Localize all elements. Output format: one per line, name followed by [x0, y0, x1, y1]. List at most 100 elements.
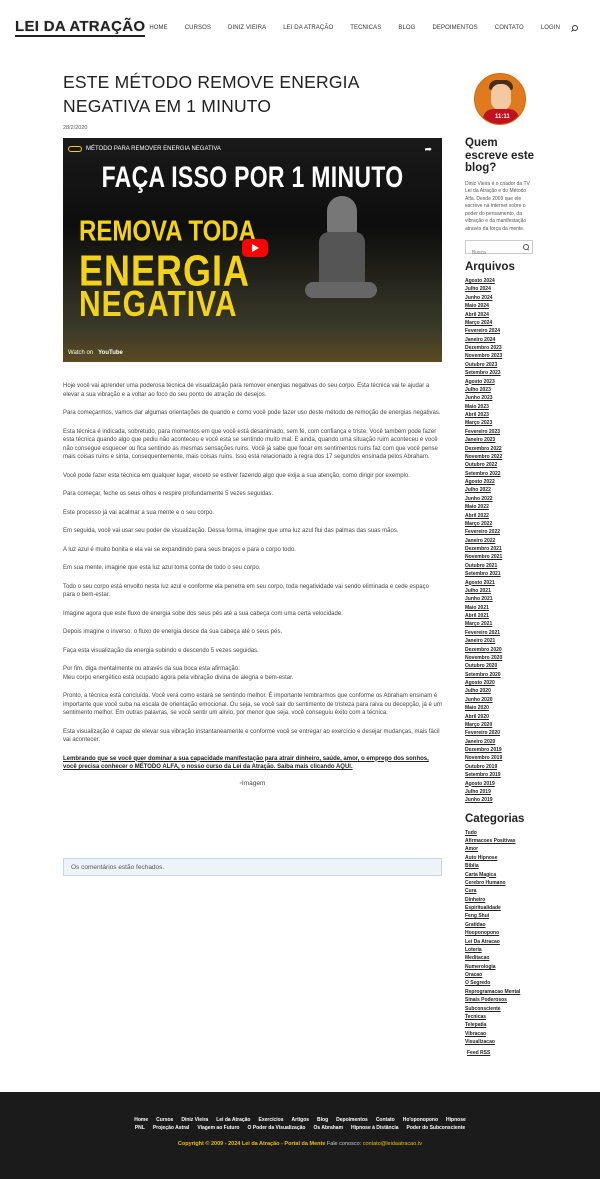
category-link[interactable]: O Segredo	[465, 979, 537, 987]
search-icon[interactable]	[570, 25, 578, 33]
nav-lei-da-atracao[interactable]: LEI DA ATRAÇÃO	[283, 25, 333, 31]
archive-link[interactable]: Novembro 2023	[465, 352, 537, 360]
archive-link[interactable]: Maio 2020	[465, 704, 537, 712]
footer-link[interactable]: Lei da Atração	[216, 1117, 250, 1123]
footer-link[interactable]: Os Abraham	[313, 1125, 343, 1131]
archive-link[interactable]: Agosto 2021	[465, 579, 537, 587]
category-link[interactable]: Afirmacoes Positivas	[465, 837, 537, 845]
nav-contato[interactable]: CONTATO	[495, 25, 524, 31]
category-link[interactable]: Auto Hipnose	[465, 854, 537, 862]
video-player[interactable]: MÉTODO PARA REMOVER ENERGIA NEGATIVA ➦ F…	[63, 138, 442, 362]
play-button[interactable]	[242, 239, 268, 257]
site-logo[interactable]: LEI DA ATRAÇÃO	[15, 18, 146, 37]
category-link[interactable]: Bíblia	[465, 862, 537, 870]
category-link[interactable]: Oracao	[465, 971, 537, 979]
footer-link[interactable]: Viagem ao Futuro	[197, 1125, 239, 1131]
archive-link[interactable]: Fevereiro 2020	[465, 729, 537, 737]
footer-link[interactable]: Projeção Astral	[153, 1125, 190, 1131]
archive-link[interactable]: Julho 2021	[465, 587, 537, 595]
archive-link[interactable]: Outubro 2020	[465, 662, 537, 670]
category-link[interactable]: Carta Magica	[465, 871, 537, 879]
archive-link[interactable]: Fevereiro 2023	[465, 428, 537, 436]
archive-link[interactable]: Julho 2024	[465, 285, 537, 293]
watch-on-youtube[interactable]: Watch on YouTube	[68, 350, 123, 356]
archive-link[interactable]: Junho 2020	[465, 696, 537, 704]
category-link[interactable]: Numerologia	[465, 963, 537, 971]
search-icon[interactable]	[523, 244, 529, 250]
archive-link[interactable]: Agosto 2020	[465, 679, 537, 687]
archive-link[interactable]: Outubro 2022	[465, 461, 537, 469]
archive-link[interactable]: Abril 2023	[465, 411, 537, 419]
category-link[interactable]: Sinais Poderosos	[465, 996, 537, 1004]
archive-link[interactable]: Abril 2022	[465, 512, 537, 520]
archive-link[interactable]: Junho 2023	[465, 394, 537, 402]
archive-link[interactable]: Junho 2022	[465, 495, 537, 503]
archive-link[interactable]: Dezembro 2020	[465, 646, 537, 654]
archive-link[interactable]: Janeiro 2024	[465, 336, 537, 344]
archive-link[interactable]: Setembro 2021	[465, 570, 537, 578]
search-input[interactable]	[466, 247, 522, 259]
metodo-alfa-link[interactable]: Lembrando que se você quer dominar a sua…	[63, 755, 442, 772]
footer-link[interactable]: Poder do Subconsciente	[407, 1125, 466, 1131]
category-link[interactable]: Vibracao	[465, 1030, 537, 1038]
archive-link[interactable]: Junho 2024	[465, 294, 537, 302]
category-link[interactable]: Visualizacao	[465, 1038, 537, 1046]
archive-link[interactable]: Junho 2021	[465, 595, 537, 603]
footer-link[interactable]: Cursos	[156, 1117, 173, 1123]
nav-cursos[interactable]: CURSOS	[185, 25, 211, 31]
archive-link[interactable]: Agosto 2019	[465, 780, 537, 788]
archive-link[interactable]: Dezembro 2019	[465, 746, 537, 754]
archive-link[interactable]: Julho 2022	[465, 486, 537, 494]
archive-link[interactable]: Fevereiro 2021	[465, 629, 537, 637]
archive-link[interactable]: Maio 2023	[465, 403, 537, 411]
archive-link[interactable]: Abril 2021	[465, 612, 537, 620]
category-link[interactable]: Cerebro Humano	[465, 879, 537, 887]
archive-link[interactable]: Setembro 2022	[465, 470, 537, 478]
archive-link[interactable]: Janeiro 2021	[465, 637, 537, 645]
archive-link[interactable]: Maio 2022	[465, 503, 537, 511]
category-link[interactable]: Lei Da Atracao	[465, 938, 537, 946]
nav-blog[interactable]: BLOG	[398, 25, 415, 31]
archive-link[interactable]: Novembro 2020	[465, 654, 537, 662]
archive-link[interactable]: Abril 2024	[465, 311, 537, 319]
contact-email-link[interactable]: contato@leidaatracao.tv	[363, 1141, 422, 1147]
category-link[interactable]: Feng Shui	[465, 912, 537, 920]
footer-link[interactable]: O Poder da Visualização	[247, 1125, 305, 1131]
archive-link[interactable]: Dezembro 2023	[465, 344, 537, 352]
archive-link[interactable]: Outubro 2023	[465, 361, 537, 369]
archive-link[interactable]: Março 2022	[465, 520, 537, 528]
category-link[interactable]: Gratidao	[465, 921, 537, 929]
category-link[interactable]: Tudo	[465, 829, 537, 837]
footer-link[interactable]: Home	[134, 1117, 148, 1123]
archive-link[interactable]: Março 2024	[465, 319, 537, 327]
category-link[interactable]: Amor	[465, 845, 537, 853]
nav-home[interactable]: Home	[149, 25, 167, 31]
nav-login[interactable]: LOGIN	[541, 25, 560, 31]
nav-diniz-vieira[interactable]: DINIZ VIEIRA	[228, 25, 266, 31]
archive-link[interactable]: Janeiro 2020	[465, 738, 537, 746]
footer-link[interactable]: Hipnose	[446, 1117, 466, 1123]
archive-link[interactable]: Agosto 2022	[465, 478, 537, 486]
archive-link[interactable]: Setembro 2019	[465, 771, 537, 779]
footer-link[interactable]: PNL	[135, 1125, 145, 1131]
archive-link[interactable]: Outubro 2019	[465, 763, 537, 771]
nav-depoimentos[interactable]: DEPOIMENTOS	[432, 25, 477, 31]
archive-link[interactable]: Janeiro 2022	[465, 537, 537, 545]
category-link[interactable]: Subconsciente	[465, 1005, 537, 1013]
nav-tecnicas[interactable]: TECNICAS	[350, 25, 381, 31]
archive-link[interactable]: Novembro 2021	[465, 553, 537, 561]
archive-link[interactable]: Janeiro 2023	[465, 436, 537, 444]
category-link[interactable]: Tecnicas	[465, 1013, 537, 1021]
archive-link[interactable]: Julho 2023	[465, 386, 537, 394]
archive-link[interactable]: Setembro 2023	[465, 369, 537, 377]
archive-link[interactable]: Março 2020	[465, 721, 537, 729]
footer-link[interactable]: Hipnose à Distância	[351, 1125, 399, 1131]
archive-link[interactable]: Julho 2019	[465, 788, 537, 796]
archive-link[interactable]: Outubro 2021	[465, 562, 537, 570]
archive-link[interactable]: Fevereiro 2024	[465, 327, 537, 335]
category-link[interactable]: Cura	[465, 887, 537, 895]
archive-link[interactable]: Maio 2024	[465, 302, 537, 310]
archive-link[interactable]: Março 2021	[465, 620, 537, 628]
footer-link[interactable]: Diniz Vieira	[181, 1117, 208, 1123]
archive-link[interactable]: Agosto 2024	[465, 277, 537, 285]
